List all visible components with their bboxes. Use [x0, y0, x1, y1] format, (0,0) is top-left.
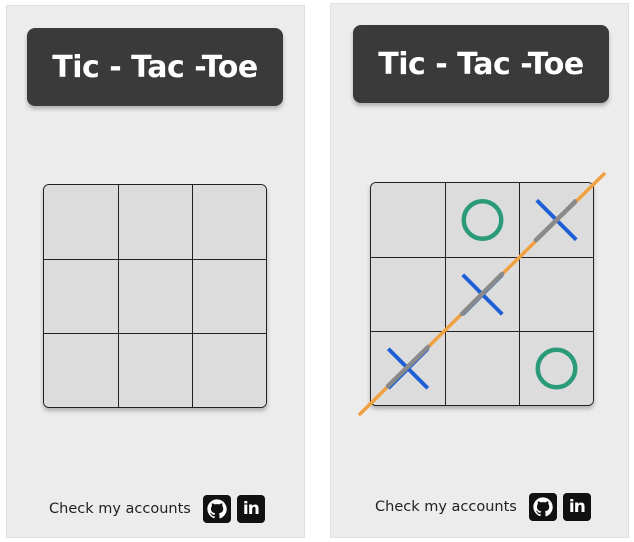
- linkedin-icon[interactable]: in: [562, 493, 591, 521]
- github-icon[interactable]: [202, 495, 231, 523]
- linkedin-icon-text: in: [568, 497, 586, 517]
- board-cell[interactable]: [118, 185, 192, 259]
- footer: Check my accounts in: [49, 495, 265, 523]
- board-cell[interactable]: [371, 183, 445, 257]
- board-cell[interactable]: [445, 183, 519, 257]
- footer: Check my accounts in: [375, 493, 591, 521]
- game-board: [370, 182, 594, 406]
- x-mark-icon: [535, 198, 578, 242]
- o-mark-icon: [461, 199, 504, 241]
- board-cell[interactable]: [44, 259, 118, 333]
- board-cell[interactable]: [192, 333, 266, 407]
- game-screen-empty: Tic - Tac -Toe Check my accounts in: [6, 5, 305, 538]
- board-cell[interactable]: [371, 257, 445, 331]
- game-screen-won: Tic - Tac -Toe Check my accounts in: [330, 3, 629, 538]
- linkedin-icon[interactable]: in: [236, 495, 265, 523]
- board-cell[interactable]: [519, 331, 593, 405]
- game-board: [43, 184, 267, 408]
- github-icon[interactable]: [528, 493, 557, 521]
- board-cell[interactable]: [44, 185, 118, 259]
- board-cell[interactable]: [519, 183, 593, 257]
- footer-label: Check my accounts: [375, 499, 517, 515]
- board-cell[interactable]: [519, 257, 593, 331]
- board-cell[interactable]: [371, 331, 445, 405]
- board-cell[interactable]: [118, 333, 192, 407]
- game-title: Tic - Tac -Toe: [353, 25, 609, 103]
- board-cell[interactable]: [192, 185, 266, 259]
- x-mark-icon: [461, 273, 504, 316]
- board-cell[interactable]: [118, 259, 192, 333]
- game-title: Tic - Tac -Toe: [27, 28, 283, 106]
- footer-label: Check my accounts: [49, 501, 191, 517]
- board-cell[interactable]: [192, 259, 266, 333]
- board-cell[interactable]: [445, 257, 519, 331]
- o-mark-icon: [535, 347, 578, 390]
- linkedin-icon-text: in: [242, 499, 260, 519]
- x-mark-icon: [386, 347, 430, 390]
- board-cell[interactable]: [44, 333, 118, 407]
- board-cell[interactable]: [445, 331, 519, 405]
